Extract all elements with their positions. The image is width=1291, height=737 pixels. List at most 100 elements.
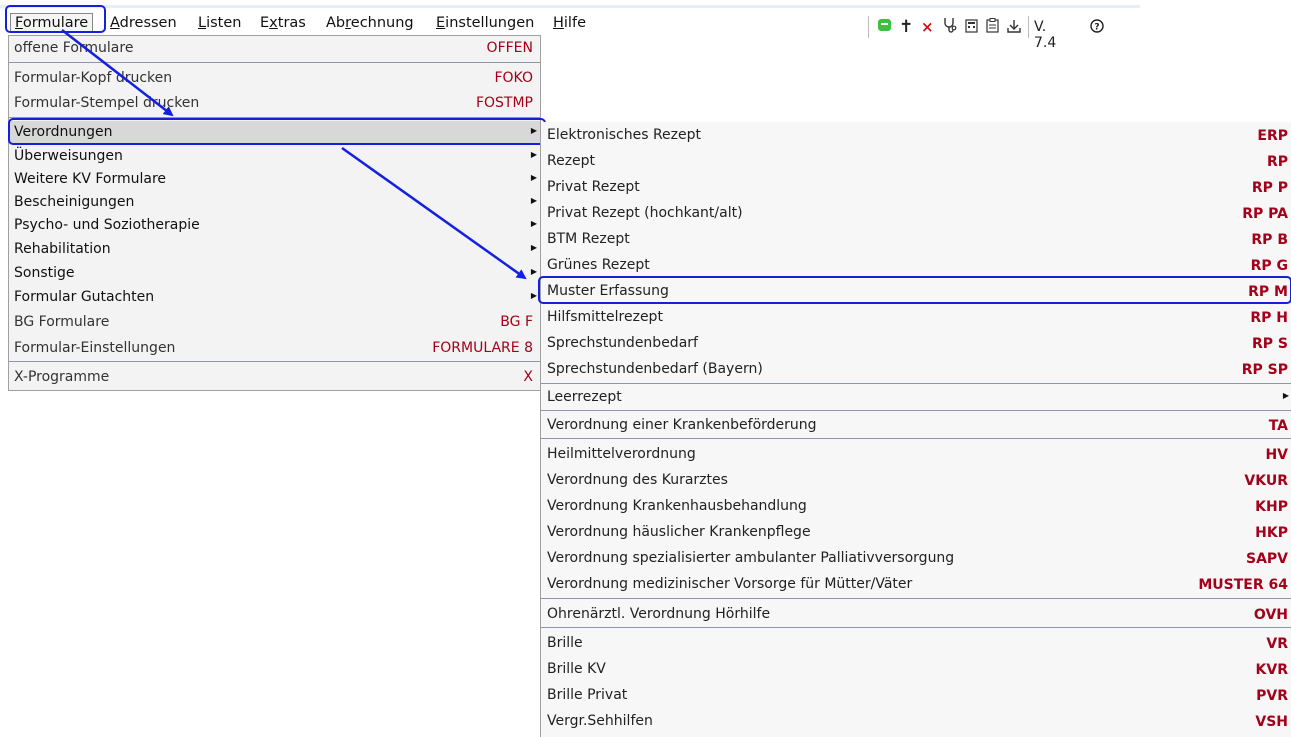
item-label: Formular-Stempel drucken — [14, 95, 200, 111]
dropdown-item-x-programme[interactable]: X-Programme X — [9, 366, 540, 389]
item-label: X-Programme — [14, 369, 110, 385]
dropdown-item-formular-kopf-drucken[interactable]: Formular-Kopf drucken FOKO — [9, 67, 540, 90]
submenu-item-rp-g[interactable]: Grünes Rezept RP G — [541, 252, 1291, 278]
item-shortcut: RP B — [1251, 232, 1288, 248]
item-shortcut: OFFEN — [486, 40, 533, 56]
menu-adressen[interactable]: Adressen — [110, 15, 177, 31]
submenu-item-erp[interactable]: Elektronisches Rezept ERP — [541, 122, 1291, 148]
menu-separator — [541, 438, 1291, 439]
submenu-item-vr[interactable]: Brille VR — [541, 630, 1291, 656]
menu-abrechnung[interactable]: Abrechnung — [326, 15, 414, 31]
item-shortcut: RP SP — [1241, 362, 1288, 378]
toolbar-separator — [1028, 16, 1029, 38]
submenu-item-pvr[interactable]: Brille Privat PVR — [541, 682, 1291, 708]
menu-separator — [541, 627, 1291, 628]
dropdown-item-formular-einstellungen[interactable]: Formular-Einstellungen FORMULARE 8 — [9, 337, 540, 360]
menu-separator — [9, 361, 540, 362]
dropdown-item-formular-stempel-drucken[interactable]: Formular-Stempel drucken FOSTMP — [9, 92, 540, 115]
submenu-arrow-icon: ▶ — [530, 196, 537, 205]
item-label: Privat Rezept (hochkant/alt) — [547, 205, 743, 221]
item-label: Psycho- und Soziotherapie — [14, 217, 200, 233]
submenu-arrow-icon: ▶ — [530, 267, 537, 276]
submenu-arrow-icon: ▶ — [530, 173, 537, 182]
submenu-item-rp-p[interactable]: Privat Rezept RP P — [541, 174, 1291, 200]
menu-listen[interactable]: Listen — [198, 15, 241, 31]
submenu-item-muster-64[interactable]: Verordnung medizinischer Vorsorge für Mü… — [541, 571, 1291, 597]
submenu-item-sapv[interactable]: Verordnung spezialisierter ambulanter Pa… — [541, 545, 1291, 571]
item-shortcut: MUSTER 64 — [1198, 577, 1288, 593]
dropdown-item-ueberweisungen[interactable]: Überweisungen ▶ — [9, 145, 540, 168]
menu-bar: Formulare Adressen Listen Extras Abrechn… — [0, 5, 1140, 51]
item-shortcut: OVH — [1253, 607, 1288, 623]
submenu-item-vsh[interactable]: Vergr.Sehhilfen VSH — [541, 708, 1291, 734]
submenu-arrow-icon: ▶ — [530, 219, 537, 228]
item-label: Formular-Einstellungen — [14, 340, 176, 356]
submenu-item-hkp[interactable]: Verordnung häuslicher Krankenpflege HKP — [541, 519, 1291, 545]
item-shortcut: X — [523, 369, 533, 385]
highlight-verordnungen — [8, 118, 546, 145]
calculator-icon[interactable] — [965, 16, 978, 38]
highlight-formulare-menu — [5, 5, 106, 33]
item-shortcut: RP PA — [1242, 206, 1288, 222]
item-label: Sprechstundenbedarf (Bayern) — [547, 361, 763, 377]
item-label: Privat Rezept — [547, 179, 640, 195]
submenu-item-ta[interactable]: Verordnung einer Krankenbeförderung TA — [541, 412, 1291, 438]
submenu-item-rp-pa[interactable]: Privat Rezept (hochkant/alt) RP PA — [541, 200, 1291, 226]
menu-hilfe[interactable]: Hilfe — [553, 15, 586, 31]
item-shortcut: PVR — [1256, 688, 1288, 704]
submenu-item-vkur[interactable]: Verordnung des Kurarztes VKUR — [541, 467, 1291, 493]
submenu-item-hv[interactable]: Heilmittelverordnung HV — [541, 441, 1291, 467]
submenu-item-kvr[interactable]: Brille KV KVR — [541, 656, 1291, 682]
item-shortcut: RP S — [1252, 336, 1288, 352]
help-icon[interactable]: ? — [1090, 16, 1104, 38]
submenu-item-rp-s[interactable]: Sprechstundenbedarf RP S — [541, 330, 1291, 356]
dropdown-item-sonstige[interactable]: Sonstige ▶ — [9, 262, 540, 285]
menu-extras[interactable]: Extras — [260, 15, 306, 31]
item-shortcut: RP — [1266, 154, 1288, 170]
item-label: Formular-Kopf drucken — [14, 70, 173, 86]
dropdown-item-psycho-soziotherapie[interactable]: Psycho- und Soziotherapie ▶ — [9, 214, 540, 237]
item-label: Formular Gutachten — [14, 289, 155, 305]
submenu-arrow-icon: ▶ — [530, 243, 537, 252]
submenu-item-rp-b[interactable]: BTM Rezept RP B — [541, 226, 1291, 252]
item-label: Rehabilitation — [14, 241, 111, 257]
item-label: Vergr.Sehhilfen — [547, 713, 653, 729]
svg-text:?: ? — [1094, 23, 1099, 33]
cross-icon[interactable]: ✝ — [899, 16, 913, 38]
dropdown-item-offene-formulare[interactable]: offene Formulare OFFEN — [9, 37, 540, 60]
dropdown-item-bg-formulare[interactable]: BG Formulare BG F — [9, 311, 540, 334]
dropdown-item-weitere-kv-formulare[interactable]: Weitere KV Formulare ▶ — [9, 168, 540, 191]
submenu-item-leerrezept[interactable]: Leerrezept ▶ — [541, 384, 1291, 410]
submenu-arrow-icon: ▶ — [530, 291, 537, 300]
item-shortcut: HV — [1265, 447, 1288, 463]
download-icon[interactable] — [1007, 16, 1021, 38]
menu-einstellungen[interactable]: Einstellungen — [436, 15, 534, 31]
submenu-arrow-icon: ▶ — [1282, 391, 1289, 400]
submenu-item-rp-h[interactable]: Hilfsmittelrezept RP H — [541, 304, 1291, 330]
dropdown-item-rehabilitation[interactable]: Rehabilitation ▶ — [9, 238, 540, 261]
submenu-arrow-icon: ▶ — [530, 150, 537, 159]
chat-icon[interactable] — [877, 16, 892, 38]
submenu-item-rp[interactable]: Rezept RP — [541, 148, 1291, 174]
item-shortcut: FORMULARE 8 — [432, 340, 533, 356]
item-shortcut: RP P — [1251, 180, 1288, 196]
item-shortcut: VKUR — [1244, 473, 1288, 489]
item-shortcut: KHP — [1255, 499, 1288, 515]
item-label: BG Formulare — [14, 314, 110, 330]
submenu-item-rp-sp[interactable]: Sprechstundenbedarf (Bayern) RP SP — [541, 356, 1291, 382]
dropdown-item-formular-gutachten[interactable]: Formular Gutachten ▶ — [9, 286, 540, 309]
item-shortcut: TA — [1268, 418, 1288, 434]
item-shortcut: VSH — [1255, 714, 1288, 730]
item-label: Verordnung des Kurarztes — [547, 472, 728, 488]
dropdown-item-bescheinigungen[interactable]: Bescheinigungen ▶ — [9, 191, 540, 214]
version-label: V. 7.4 — [1034, 19, 1057, 51]
submenu-item-khp[interactable]: Verordnung Krankenhausbehandlung KHP — [541, 493, 1291, 519]
item-label: Verordnung einer Krankenbeförderung — [547, 417, 817, 433]
stethoscope-icon[interactable] — [942, 16, 957, 38]
clipboard-icon[interactable] — [986, 16, 999, 38]
toolbar-separator — [868, 16, 869, 38]
menu-separator — [541, 598, 1291, 599]
submenu-item-ovh[interactable]: Ohrenärztl. Verordnung Hörhilfe OVH — [541, 601, 1291, 627]
item-label: Verordnung spezialisierter ambulanter Pa… — [547, 550, 955, 566]
close-icon[interactable]: × — [921, 16, 934, 38]
